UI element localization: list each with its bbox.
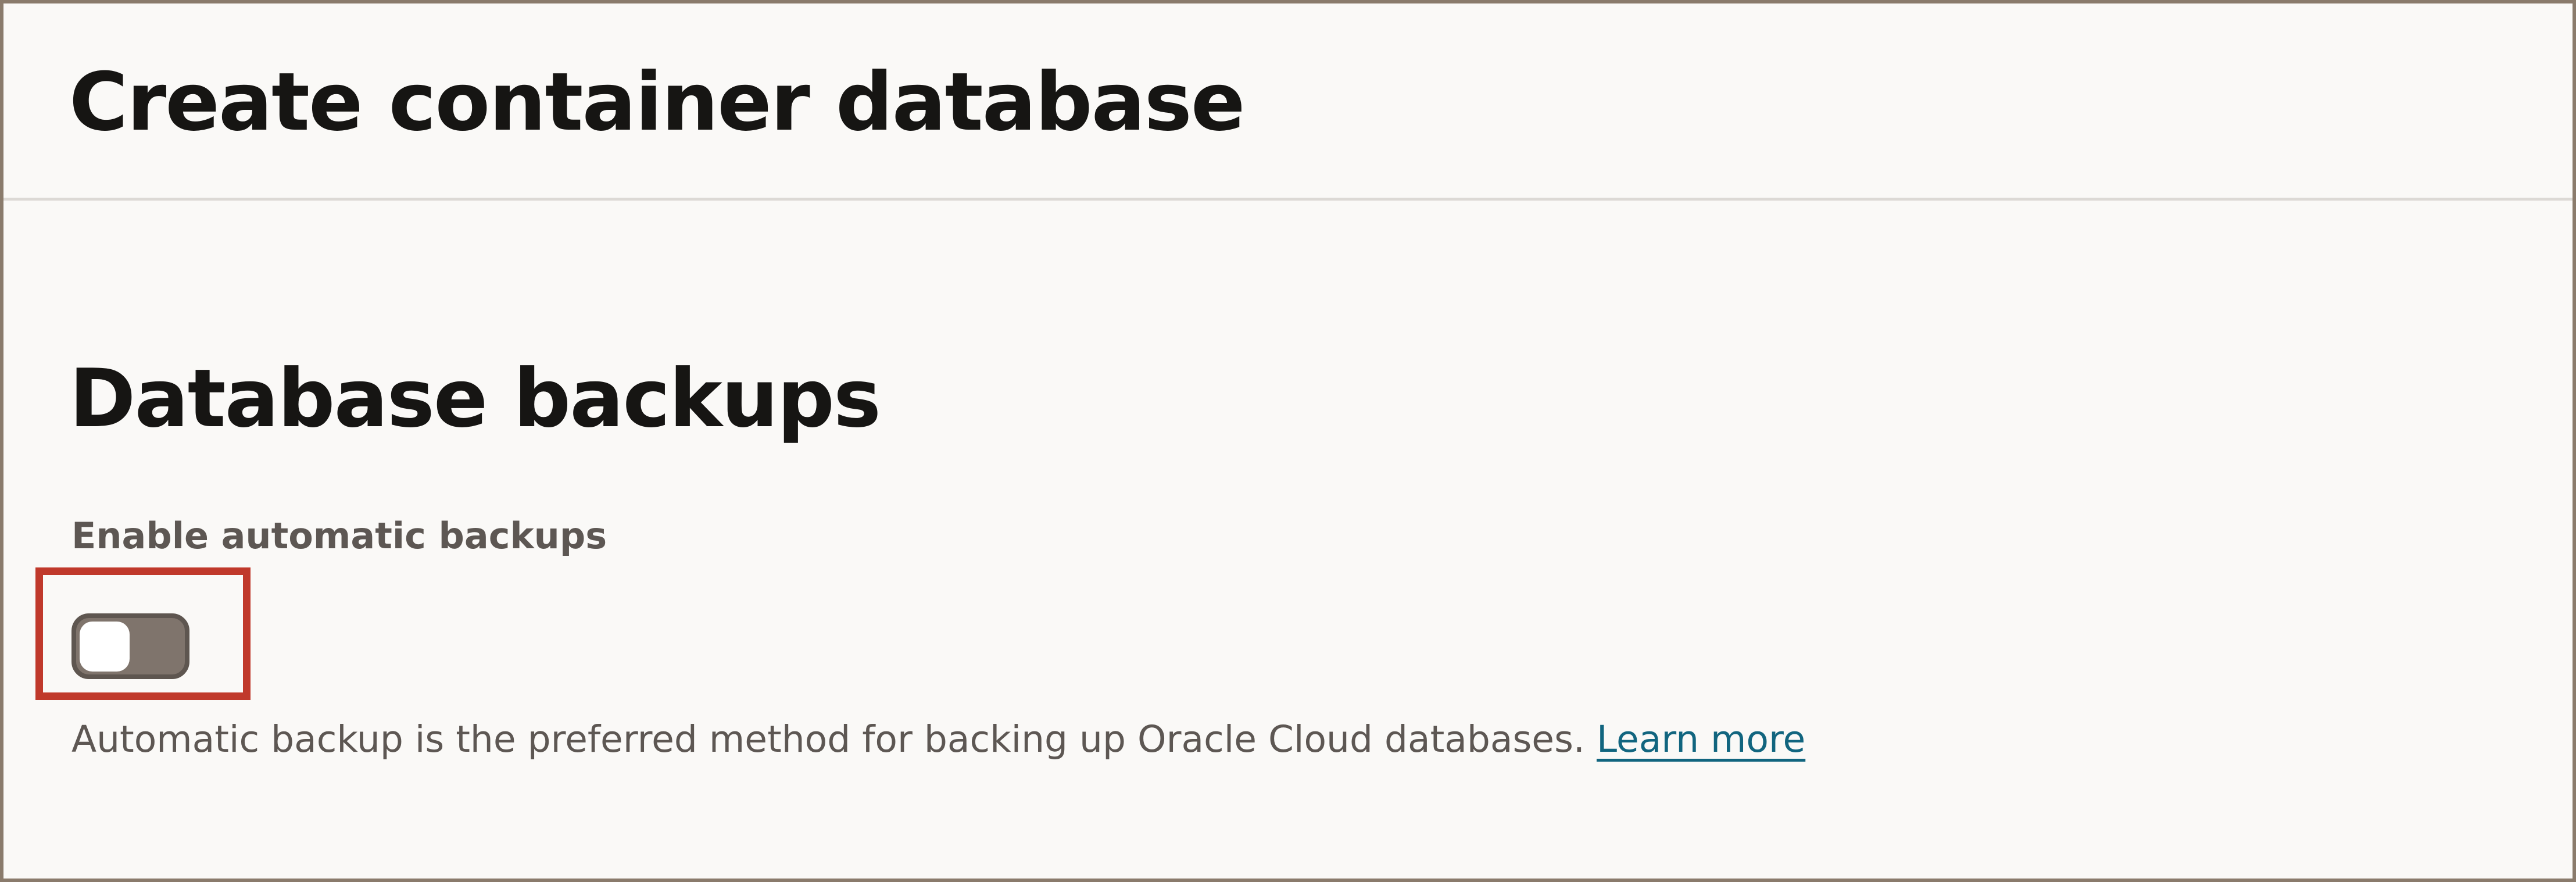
automatic-backups-toggle[interactable] <box>71 613 189 679</box>
dialog-panel: Create container database Database backu… <box>0 0 2576 882</box>
section-title: Database backups <box>69 352 881 445</box>
backup-help-text: Automatic backup is the preferred method… <box>71 714 1805 765</box>
toggle-knob <box>80 622 130 672</box>
backup-toggle-label: Enable automatic backups <box>71 515 607 557</box>
dialog-title: Create container database <box>69 55 1245 149</box>
help-text-content: Automatic backup is the preferred method… <box>71 718 1585 760</box>
learn-more-link[interactable]: Learn more <box>1597 718 1805 760</box>
dialog-header: Create container database <box>3 3 2573 201</box>
